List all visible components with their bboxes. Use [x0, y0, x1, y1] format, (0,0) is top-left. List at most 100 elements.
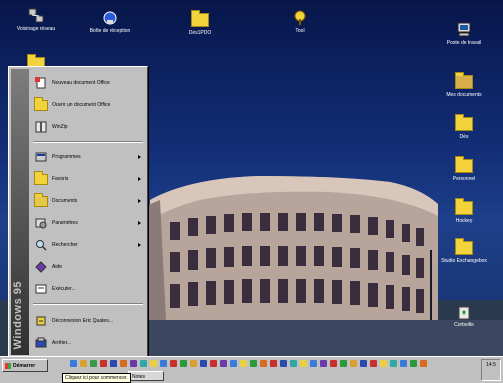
desktop-icon-tool[interactable]: Tool — [268, 10, 332, 34]
desktop-icon-label: Poste de travail — [446, 40, 482, 46]
folder-icon — [455, 156, 473, 174]
menu-item-open-office-doc[interactable]: Ouvrir un document Office — [31, 95, 145, 115]
start-button-tooltip: Cliquez ici pour commencer. — [62, 373, 131, 383]
windows-logo-icon — [5, 362, 11, 369]
menu-item-shutdown[interactable]: Arrêter... — [31, 333, 145, 353]
menu-item-settings[interactable]: Paramètres — [31, 213, 145, 233]
quicklaunch-icon[interactable] — [140, 360, 147, 367]
desktop-icon-mydocs[interactable]: Mes documents — [432, 72, 496, 98]
menu-item-find[interactable]: Rechercher — [31, 235, 145, 255]
winzip-icon — [34, 121, 48, 133]
quicklaunch-icon[interactable] — [100, 360, 107, 367]
menu-separator — [33, 303, 143, 305]
quicklaunch-icon[interactable] — [270, 360, 277, 367]
mydocs-icon — [455, 72, 473, 90]
menu-item-label: Paramètres — [52, 220, 78, 226]
menu-item-label: Aide — [52, 264, 63, 270]
quicklaunch-icon[interactable] — [180, 360, 187, 367]
quicklaunch-icon[interactable] — [350, 360, 357, 367]
taskbar-button-notes[interactable]: Notes — [128, 371, 164, 381]
folder-icon — [455, 114, 473, 132]
desktop-icon-label: Studio Exchangebox — [441, 258, 487, 264]
desktop-icon-folder-2[interactable]: Dès — [432, 114, 496, 140]
desktop-icon-label: Personnel — [452, 176, 476, 182]
desktop-icon-folder-5[interactable]: Studio Exchangebox — [432, 238, 496, 264]
desktop-icon-computer[interactable]: Poste de travail — [432, 22, 496, 46]
quicklaunch-icon[interactable] — [370, 360, 377, 367]
menu-item-documents[interactable]: Documents — [31, 191, 145, 211]
start-button[interactable]: Démarrer — [2, 359, 48, 372]
system-tray-clock[interactable]: 14:5 — [481, 359, 501, 381]
quicklaunch-icon[interactable] — [290, 360, 297, 367]
desktop-icon-folder-4[interactable]: Hockey — [432, 198, 496, 224]
quicklaunch-icon[interactable] — [240, 360, 247, 367]
quicklaunch-icon[interactable] — [410, 360, 417, 367]
quicklaunch-icon[interactable] — [250, 360, 257, 367]
menu-item-new-office-doc[interactable]: Nouveau document Office — [31, 73, 145, 93]
quicklaunch-icon[interactable] — [260, 360, 267, 367]
quicklaunch-icon[interactable] — [300, 360, 307, 367]
quicklaunch-icon[interactable] — [90, 360, 97, 367]
quicklaunch-icon[interactable] — [150, 360, 157, 367]
quicklaunch-icon[interactable] — [360, 360, 367, 367]
desktop-icon-label: Boîte de réception — [89, 28, 131, 34]
menu-item-label: WinZip — [52, 124, 68, 130]
submenu-arrow-icon — [138, 199, 141, 203]
menu-item-label: Documents — [52, 198, 78, 204]
run-icon — [34, 283, 48, 295]
quicklaunch-icon[interactable] — [330, 360, 337, 367]
menu-item-label: Programmes — [52, 154, 81, 160]
quicklaunch-icon[interactable] — [220, 360, 227, 367]
menu-item-label: Rechercher — [52, 242, 78, 248]
help-icon — [34, 261, 48, 273]
desktop-icon-inbox[interactable]: Boîte de réception — [78, 10, 142, 34]
desktop-icon-label: Mes documents — [446, 92, 482, 98]
desktop-icon-recycle-bin[interactable]: Corbeille — [432, 304, 496, 328]
quicklaunch-icon[interactable] — [130, 360, 137, 367]
desktop-icon-label: Tool — [295, 28, 305, 34]
quicklaunch-icon[interactable] — [230, 360, 237, 367]
shutdown-icon — [34, 337, 48, 349]
quicklaunch-icon[interactable] — [340, 360, 347, 367]
desktop-icon-label: Dès — [459, 134, 469, 140]
documents-icon — [34, 192, 48, 207]
settings-icon — [34, 217, 48, 229]
quicklaunch-icon[interactable] — [390, 360, 397, 367]
tool-icon — [291, 10, 309, 26]
quicklaunch-icon[interactable] — [400, 360, 407, 367]
desktop-icon-network[interactable]: Voisinage réseau — [4, 8, 68, 32]
menu-item-help[interactable]: Aide — [31, 257, 145, 277]
desktop-icon-folder-3[interactable]: Personnel — [432, 156, 496, 182]
logoff-icon — [34, 315, 48, 327]
programs-icon — [34, 151, 48, 163]
quicklaunch-icon[interactable] — [210, 360, 217, 367]
menu-item-run[interactable]: Exécuter... — [31, 279, 145, 299]
quicklaunch-icon[interactable] — [110, 360, 117, 367]
folder-icon — [191, 10, 209, 28]
menu-item-favorites[interactable]: Favoris — [31, 169, 145, 189]
menu-item-logoff[interactable]: Déconnexion Eric Quates... — [31, 311, 145, 331]
quicklaunch-icon[interactable] — [70, 360, 77, 367]
menu-item-winzip[interactable]: WinZip — [31, 117, 145, 137]
quicklaunch-icon[interactable] — [120, 360, 127, 367]
menu-item-label: Favoris — [52, 176, 69, 182]
quicklaunch-icon[interactable] — [310, 360, 317, 367]
desktop-icon-folder-1[interactable]: Dés1PDO — [168, 10, 232, 36]
start-menu-banner-text: Windows 95 — [12, 280, 24, 349]
desktop-icon-label: Corbeille — [454, 322, 474, 328]
quicklaunch-icon[interactable] — [280, 360, 287, 367]
menu-item-programs[interactable]: Programmes — [31, 147, 145, 167]
quicklaunch-icon[interactable] — [200, 360, 207, 367]
computer-icon — [455, 22, 473, 38]
quicklaunch-icon[interactable] — [380, 360, 387, 367]
start-menu-banner: Windows 95 — [11, 69, 29, 355]
menu-item-label: Ouvrir un document Office — [52, 102, 111, 108]
quicklaunch-icon[interactable] — [170, 360, 177, 367]
quicklaunch-icon[interactable] — [190, 360, 197, 367]
quicklaunch-icon[interactable] — [80, 360, 87, 367]
quicklaunch-icon[interactable] — [320, 360, 327, 367]
desktop-icon-label: Dés1PDO — [188, 30, 212, 36]
quicklaunch-icon[interactable] — [420, 360, 427, 367]
quicklaunch-icon[interactable] — [160, 360, 167, 367]
inbox-icon — [101, 10, 119, 26]
